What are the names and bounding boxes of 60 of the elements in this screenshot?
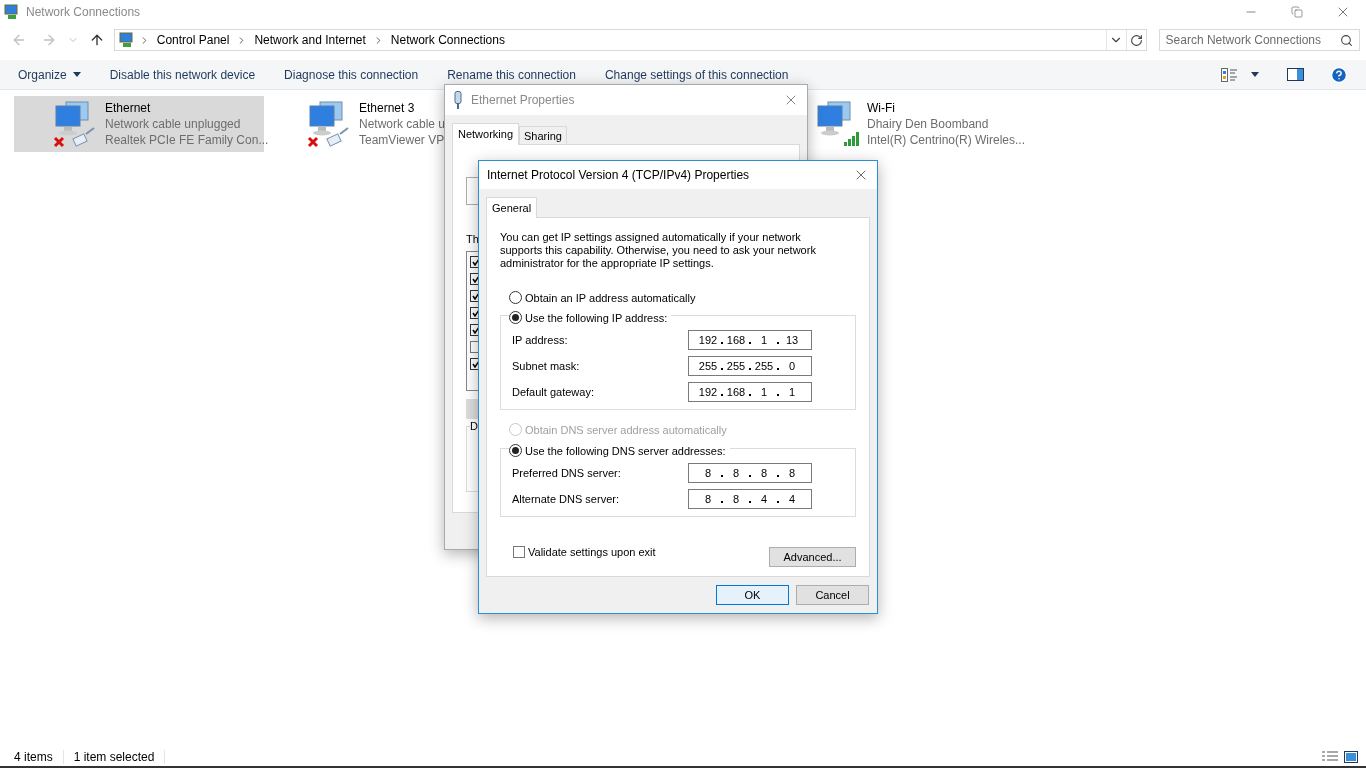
connection-name: Ethernet 3: [359, 100, 416, 116]
window-title: Network Connections: [26, 5, 141, 19]
breadcrumb[interactable]: Network and Internet: [251, 33, 369, 47]
caret-icon[interactable]: [1251, 72, 1259, 77]
connection-status: Network cable u: [359, 116, 446, 132]
dialog-title: Ethernet Properties: [471, 93, 575, 107]
connection-item[interactable]: Wi-Fi Dhairy Den Boomband Intel(R) Centrino(R) Wireles...: [776, 96, 1046, 152]
checkbox[interactable]: [513, 546, 525, 558]
tab[interactable]: Networking: [452, 123, 520, 145]
network-adapter-icon: [453, 91, 463, 109]
ip-address-field[interactable]: 192 168 1 1: [688, 382, 812, 402]
radio-button[interactable]: [509, 311, 522, 324]
radio-button[interactable]: [509, 444, 522, 457]
ip-address-field[interactable]: 8 8 4 4: [688, 489, 812, 509]
checkbox-label: Validate settings upon exit: [528, 546, 656, 558]
device-name: Intel(R) Centrino(R) Wireles...: [867, 132, 1026, 148]
dialog-button[interactable]: Cancel: [796, 585, 869, 605]
breadcrumb[interactable]: Network Connections: [387, 33, 508, 47]
connection-status: Dhairy Den Boomband: [867, 116, 990, 132]
connection-name: Ethernet: [105, 100, 152, 116]
list-label: Th: [466, 233, 479, 245]
field-label: Alternate DNS server:: [512, 493, 619, 505]
preview-pane-icon[interactable]: [1287, 68, 1304, 81]
tab[interactable]: General: [486, 197, 538, 218]
connection-item[interactable]: Ethernet 3 Network cable u TeamViewer VP: [268, 96, 448, 152]
connection-status: Network cable unplugged: [105, 116, 242, 132]
dialog-title: Internet Protocol Version 4 (TCP/IPv4) Properties: [487, 168, 750, 182]
ip-address-field[interactable]: 192 168 1 13: [688, 330, 812, 350]
status-text: 4 items: [14, 750, 64, 764]
tab[interactable]: Sharing: [519, 126, 567, 145]
menu-button[interactable]: Organize: [18, 67, 81, 82]
wireless-network-icon: [814, 100, 862, 148]
large-icons-view-icon[interactable]: [1344, 751, 1358, 763]
breadcrumb[interactable]: Control Panel: [153, 33, 233, 47]
toolbar-button[interactable]: Disable this network device: [109, 67, 256, 82]
address-bar[interactable]: Control Panel Network and Internet Network Connections: [113, 29, 1147, 51]
field-label: Default gateway:: [512, 386, 594, 398]
toolbar-button[interactable]: Change settings of this connection: [604, 67, 789, 82]
search-icon[interactable]: [1340, 33, 1353, 47]
description-text: You can get IP settings assigned automatically if your network supports this capability. Otherwise, you need to ask your network administrator for the appropriate IP settings.: [500, 231, 817, 270]
ip-address-field[interactable]: 255 255 255 0: [688, 356, 812, 376]
ip-address-field[interactable]: 8 8 8 8: [688, 463, 812, 483]
refresh-icon[interactable]: [1129, 33, 1143, 47]
advanced-button[interactable]: Advanced...: [769, 547, 856, 567]
device-name: TeamViewer VP: [359, 132, 446, 148]
help-icon[interactable]: [1330, 65, 1348, 84]
status-text: 1 item selected: [73, 750, 166, 764]
radio-button[interactable]: [509, 291, 522, 304]
toolbar-button[interactable]: Diagnose this connection: [284, 67, 419, 82]
field-label: Preferred DNS server:: [512, 467, 621, 479]
checkbox[interactable]: [470, 341, 478, 353]
search-field[interactable]: Search Network Connections: [1158, 29, 1360, 51]
toolbar-button[interactable]: Rename this connection: [447, 67, 576, 82]
caret-icon[interactable]: [72, 72, 81, 77]
connection-name: Wi-Fi: [867, 100, 896, 116]
group-label: D: [470, 420, 478, 432]
field-label: IP address:: [512, 334, 568, 346]
view-options-icon[interactable]: [1221, 67, 1237, 82]
dialog-button[interactable]: OK: [716, 585, 789, 605]
field-label: Subnet mask:: [512, 360, 580, 372]
